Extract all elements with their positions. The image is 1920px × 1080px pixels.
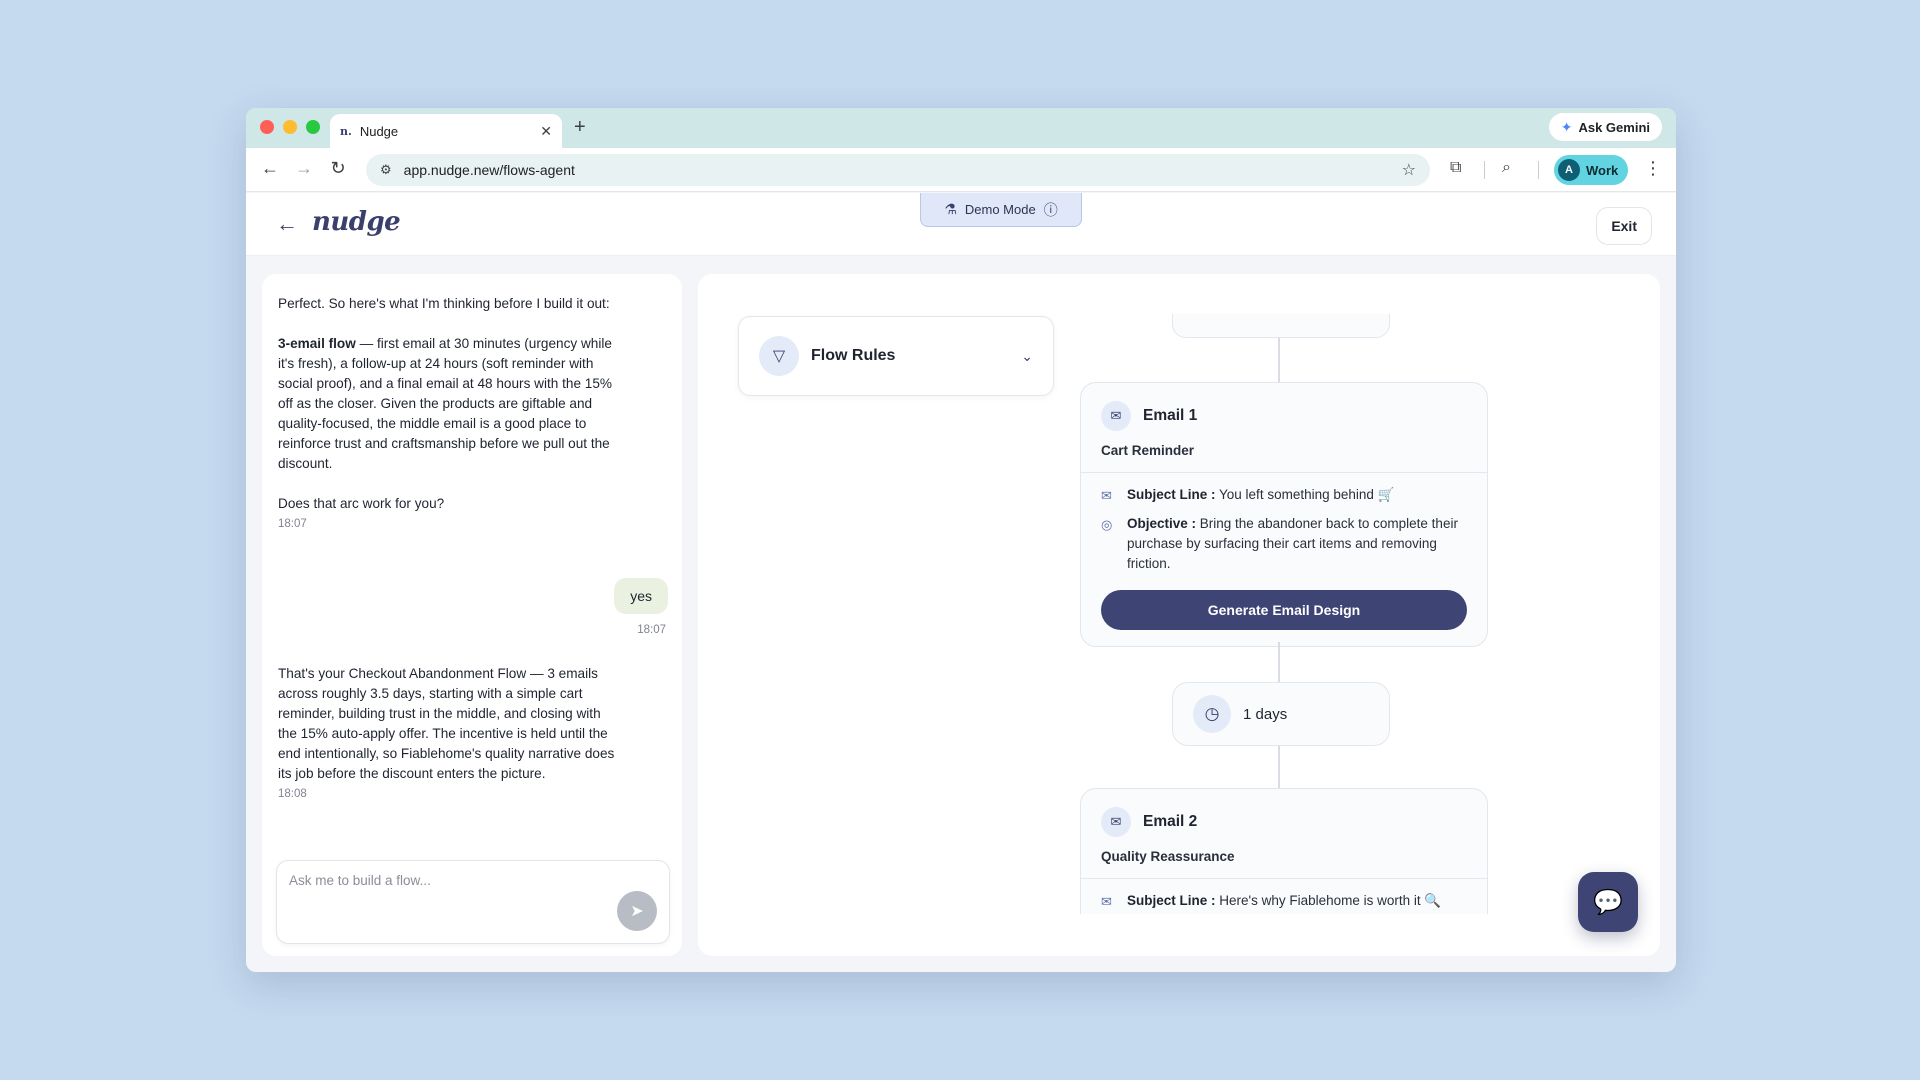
tab-title: Nudge: [359, 123, 399, 139]
objective-row: ◎ Objective : Bring the abandoner back t…: [1101, 514, 1467, 574]
profile-label: Work: [1586, 162, 1619, 178]
mail-icon: ✉: [1101, 401, 1131, 431]
exit-button[interactable]: Exit: [1596, 207, 1652, 245]
tab-search-icon[interactable]: ⌕: [1502, 159, 1511, 177]
reload-icon[interactable]: ↻: [326, 158, 350, 179]
ai-message-intro: Perfect. So here's what I'm thinking bef…: [278, 296, 610, 311]
nudge-favicon-icon: n.: [340, 124, 352, 138]
ask-gemini-button[interactable]: ✦ Ask Gemini: [1548, 113, 1662, 141]
maximize-window-button[interactable]: [306, 120, 320, 134]
target-icon: ◎: [1101, 517, 1113, 532]
flow-connector: [1278, 338, 1280, 382]
browser-menu-icon[interactable]: ⋮: [1644, 158, 1662, 179]
new-tab-icon[interactable]: +: [574, 116, 586, 139]
gemini-sparkle-icon: ✦: [1560, 118, 1573, 135]
email-node-header: ✉ Email 2 Quality Reassurance: [1081, 789, 1487, 879]
delay-node[interactable]: ◷ 1 days: [1172, 682, 1390, 746]
app-header: ← nudge ⚗ Demo Mode ⓘ Exit: [246, 193, 1676, 256]
chat-panel: Perfect. So here's what I'm thinking bef…: [262, 274, 682, 956]
send-button[interactable]: ➤: [617, 891, 657, 931]
mail-icon: ✉: [1101, 807, 1131, 837]
url-text: app.nudge.new/flows-agent: [403, 162, 575, 178]
browser-tab[interactable]: n. Nudge ✕: [330, 114, 562, 148]
flow-highlight: 3-email flow: [278, 336, 356, 351]
support-chat-button[interactable]: 💬: [1578, 872, 1638, 932]
mail-icon: ✉: [1101, 488, 1112, 503]
ai-message-question: Does that arc work for you?: [278, 496, 445, 511]
flask-icon: ⚗: [944, 201, 957, 217]
flow-canvas: ▽ Flow Rules ⌄ ✉ Email 1 Cart Reminder ✉: [698, 274, 1660, 956]
subject-line-value: You left something behind 🛒: [1215, 487, 1395, 502]
message-timestamp: 18:07: [637, 624, 666, 636]
tab-strip: n. Nudge ✕ + ✦ Ask Gemini: [246, 108, 1676, 148]
info-icon[interactable]: ⓘ: [1044, 200, 1058, 220]
flow-description: — first email at 30 minutes (urgency whi…: [278, 336, 612, 471]
minimize-window-button[interactable]: [283, 120, 297, 134]
email-node-header: ✉ Email 1 Cart Reminder: [1081, 383, 1487, 473]
send-icon: ➤: [630, 903, 644, 920]
forward-nav-icon[interactable]: →: [292, 158, 316, 179]
address-bar[interactable]: ⚙ app.nudge.new/flows-agent ☆: [366, 154, 1430, 186]
flow-diagram: ✉ Email 1 Cart Reminder ✉ Subject Line :…: [698, 314, 1660, 914]
ai-message-plan: 3-email flow — first email at 30 minutes…: [278, 334, 618, 474]
close-window-button[interactable]: [260, 120, 274, 134]
email-node-1[interactable]: ✉ Email 1 Cart Reminder ✉ Subject Line :…: [1080, 382, 1488, 647]
flow-connector: [1278, 746, 1280, 788]
objective-key: Objective :: [1127, 516, 1197, 531]
extensions-icon[interactable]: ⧉: [1450, 159, 1461, 177]
message-timestamp: 18:08: [278, 788, 307, 800]
ask-gemini-label: Ask Gemini: [1578, 119, 1650, 135]
flow-connector: [1278, 642, 1280, 682]
email-title: Email 2: [1143, 813, 1198, 830]
tab-close-icon[interactable]: ✕: [540, 123, 552, 140]
user-message: yes: [614, 578, 668, 614]
chat-input[interactable]: [289, 873, 589, 888]
chat-composer: ➤: [276, 860, 670, 944]
subject-line-key: Subject Line :: [1127, 487, 1216, 502]
ai-message: Perfect. So here's what I'm thinking bef…: [278, 294, 618, 534]
mail-icon: ✉: [1101, 894, 1112, 909]
nudge-logo: nudge: [312, 207, 401, 237]
ai-message-summary: That's your Checkout Abandonment Flow — …: [278, 666, 615, 781]
back-nav-icon[interactable]: ←: [258, 158, 282, 179]
toolbar-divider: [1538, 161, 1539, 179]
site-settings-icon[interactable]: ⚙: [380, 162, 392, 178]
trigger-node[interactable]: [1172, 314, 1390, 338]
subject-line-value: Here's why Fiablehome is worth it 🔍: [1215, 893, 1442, 908]
browser-window: n. Nudge ✕ + ✦ Ask Gemini ← → ↻ ⚙ app.nu…: [246, 108, 1676, 972]
back-arrow-icon[interactable]: ←: [276, 211, 298, 237]
avatar: A: [1558, 159, 1580, 181]
bookmark-star-icon[interactable]: ☆: [1402, 160, 1416, 180]
subject-line-row: ✉ Subject Line : Here's why Fiablehome i…: [1101, 891, 1467, 912]
toolbar-divider: [1484, 161, 1485, 179]
email-subtitle: Cart Reminder: [1101, 443, 1195, 458]
email-node-body: ✉ Subject Line : Here's why Fiablehome i…: [1081, 879, 1487, 914]
delay-label: 1 days: [1243, 705, 1288, 723]
browser-toolbar: ← → ↻ ⚙ app.nudge.new/flows-agent ☆ ⧉ ⌕ …: [246, 148, 1676, 192]
demo-mode-badge: ⚗ Demo Mode ⓘ: [920, 193, 1082, 227]
ai-message: That's your Checkout Abandonment Flow — …: [278, 664, 618, 804]
email-node-2[interactable]: ✉ Email 2 Quality Reassurance ✉ Subject …: [1080, 788, 1488, 914]
subject-line-key: Subject Line :: [1127, 893, 1216, 908]
email-node-body: ✉ Subject Line : You left something behi…: [1081, 473, 1487, 646]
email-subtitle: Quality Reassurance: [1101, 849, 1235, 864]
profile-button[interactable]: A Work: [1554, 155, 1629, 185]
generate-email-design-button[interactable]: Generate Email Design: [1101, 590, 1467, 630]
message-timestamp: 18:07: [278, 518, 307, 530]
subject-line-row: ✉ Subject Line : You left something behi…: [1101, 485, 1467, 506]
clock-icon: ◷: [1193, 695, 1231, 733]
email-title: Email 1: [1143, 407, 1198, 424]
demo-mode-label: Demo Mode: [964, 202, 1036, 217]
chat-sparkle-icon: 💬: [1593, 888, 1623, 916]
